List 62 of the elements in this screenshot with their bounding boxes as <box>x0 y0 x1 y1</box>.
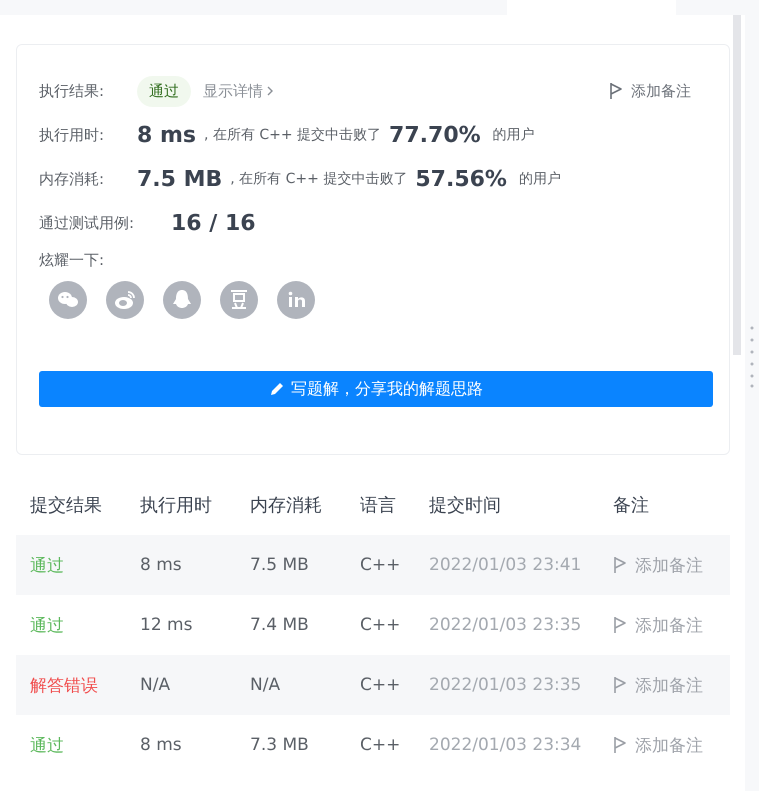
table-cell-text: 2022/01/03 23:41 <box>429 555 582 575</box>
percent-value: 57.56% <box>415 166 507 192</box>
table-cell-text: C++ <box>360 675 402 695</box>
share-label: 炫耀一下: <box>39 250 104 270</box>
tests-value: 16 / 16 <box>171 210 256 236</box>
metric-label: 执行用时: <box>39 126 106 144</box>
metric-text: , 在所有 C++ 提交中击败了 <box>230 170 408 188</box>
table-cell-text: 7.5 MB <box>250 555 310 575</box>
result-label: 执行结果: <box>39 82 106 100</box>
linkedin-icon[interactable] <box>277 281 315 319</box>
tests-label: 通过测试用例: <box>39 214 136 232</box>
scrollbar-thumb[interactable] <box>733 15 741 355</box>
table-cell-text: C++ <box>360 615 402 635</box>
table-cell-text: 7.3 MB <box>250 735 310 755</box>
wechat-icon[interactable] <box>49 281 87 319</box>
chevron-right-icon <box>267 86 274 96</box>
status-badge: 通过 <box>137 76 191 106</box>
add-note-button[interactable]: 添加备注 <box>609 82 691 100</box>
flag-icon <box>613 736 627 754</box>
table-cell-text: 2022/01/03 23:35 <box>429 675 582 695</box>
result-cell[interactable]: 解答错误 <box>30 674 140 696</box>
flag-icon <box>613 676 627 694</box>
table-cell-text: N/A <box>140 675 172 695</box>
metric-suffix: 的用户 <box>518 170 561 188</box>
add-note-button[interactable]: 添加备注 <box>613 734 730 756</box>
add-note-button[interactable]: 添加备注 <box>613 614 730 636</box>
table-cell-text: 12 ms <box>140 615 194 635</box>
metric-value: 7.5 MB <box>137 166 222 192</box>
table-cell-text: 7.4 MB <box>250 615 310 635</box>
flag-icon <box>613 616 627 634</box>
metric-label: 内存消耗: <box>39 170 106 188</box>
bean-icon[interactable] <box>220 281 258 319</box>
flag-icon <box>613 556 627 574</box>
table-cell-text: 8 ms <box>140 735 183 755</box>
pencil-icon <box>269 381 285 397</box>
metric-text: , 在所有 C++ 提交中击败了 <box>204 126 382 144</box>
table-cell-text: C++ <box>360 555 402 575</box>
result-cell[interactable]: 通过 <box>30 734 140 756</box>
column-header: 备注 <box>613 494 650 517</box>
table-cell-text: N/A <box>250 675 282 695</box>
table-cell-text: 2022/01/03 23:35 <box>429 615 582 635</box>
result-cell[interactable]: 通过 <box>30 554 140 576</box>
column-header: 内存消耗 <box>250 494 323 517</box>
drag-handle-icon[interactable] <box>750 326 754 388</box>
table-cell-text: 2022/01/03 23:34 <box>429 735 582 755</box>
penguin-icon[interactable] <box>163 281 201 319</box>
metric-value: 8 ms <box>137 122 196 148</box>
column-header: 执行用时 <box>140 494 213 517</box>
column-header: 语言 <box>360 494 397 517</box>
table-cell-text: C++ <box>360 735 402 755</box>
column-header: 提交结果 <box>30 494 103 517</box>
add-note-button[interactable]: 添加备注 <box>613 674 730 696</box>
table-cell-text: 8 ms <box>140 555 183 575</box>
weibo-icon[interactable] <box>106 281 144 319</box>
details-link[interactable]: 显示详情 <box>203 82 274 100</box>
column-header: 提交时间 <box>429 494 502 517</box>
write-solution-button[interactable]: 写题解，分享我的解题思路 <box>39 371 713 407</box>
add-note-button[interactable]: 添加备注 <box>613 554 730 576</box>
result-cell[interactable]: 通过 <box>30 614 140 636</box>
percent-value: 77.70% <box>389 122 481 148</box>
metric-suffix: 的用户 <box>492 126 535 144</box>
flag-icon <box>609 82 623 100</box>
